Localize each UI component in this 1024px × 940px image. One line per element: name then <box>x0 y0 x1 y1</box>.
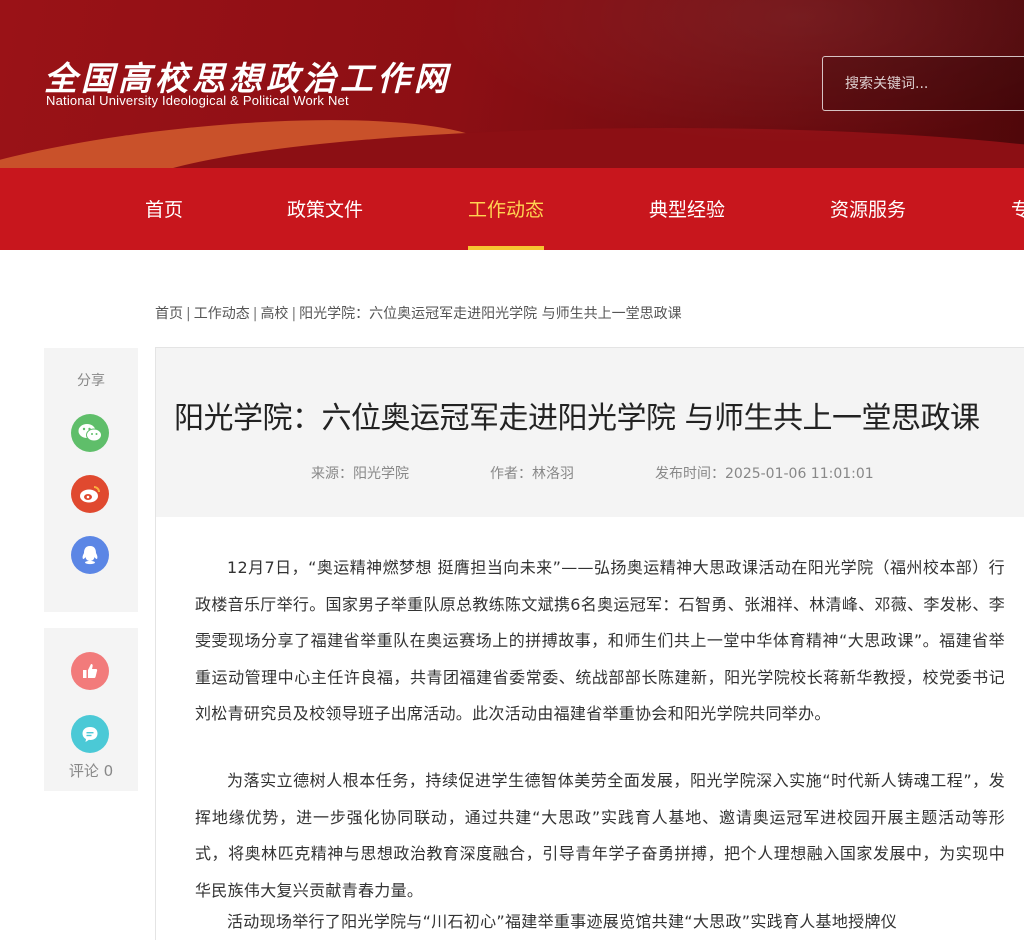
wechat-icon[interactable] <box>71 414 109 452</box>
nav-item-policy[interactable]: 政策文件 <box>287 168 363 250</box>
article-paragraph: 为落实立德树人根本任务，持续促进学生德智体美劳全面发展，阳光学院深入实施“时代新… <box>195 771 1005 900</box>
comment-count[interactable]: 评论 0 <box>44 760 138 781</box>
article-published-time: 发布时间：2025-01-06 11:01:01 <box>655 466 874 482</box>
site-header: 全国高校思想政治工作网 National University Ideologi… <box>0 0 1024 168</box>
article-paragraph: 12月7日，“奥运精神燃梦想 挺膺担当向未来”——弘扬奥运精神大思政课活动在阳光… <box>195 558 1005 723</box>
comment-icon[interactable] <box>71 715 109 753</box>
breadcrumb-separator: | <box>252 306 258 322</box>
breadcrumb-home[interactable]: 首页 <box>155 306 183 322</box>
nav-item-work-news[interactable]: 工作动态 <box>468 168 545 250</box>
nav-item-cases[interactable]: 典型经验 <box>649 168 725 250</box>
weibo-icon[interactable] <box>71 475 109 513</box>
nav-item-home[interactable]: 首页 <box>145 168 183 250</box>
breadcrumb-separator: | <box>186 306 191 322</box>
nav-item-special[interactable]: 专 <box>1011 168 1024 250</box>
breadcrumb-work-news[interactable]: 工作动态 <box>194 306 250 322</box>
active-tab-indicator <box>468 246 545 250</box>
search-input[interactable] <box>822 56 1024 111</box>
main-nav: 首页 政策文件 工作动态 典型经验 资源服务 专 <box>0 168 1024 250</box>
qq-icon[interactable] <box>71 536 109 574</box>
thumbs-up-icon[interactable] <box>71 652 109 690</box>
share-label: 分享 <box>77 373 105 389</box>
article-paragraph: 活动现场举行了阳光学院与“川石初心”福建举重事迹展览馆共建“大思政”实践育人基地… <box>227 912 898 931</box>
breadcrumb-current: 阳光学院：六位奥运冠军走进阳光学院 与师生共上一堂思政课 <box>299 306 682 322</box>
nav-item-label: 工作动态 <box>468 199 545 221</box>
article-title: 阳光学院：六位奥运冠军走进阳光学院 与师生共上一堂思政课 <box>174 401 980 436</box>
article-author: 作者：林洛羽 <box>490 466 574 482</box>
nav-item-resources[interactable]: 资源服务 <box>830 168 906 250</box>
breadcrumb-universities[interactable]: 高校 <box>260 306 288 322</box>
article-source: 来源：阳光学院 <box>311 466 409 482</box>
breadcrumb: 首页 | 工作动态 | 高校 | 阳光学院：六位奥运冠军走进阳光学院 与师生共上一堂思政课 <box>155 303 682 323</box>
site-logo-en[interactable]: National University Ideological & Politi… <box>46 93 349 108</box>
breadcrumb-separator: | <box>291 306 297 322</box>
